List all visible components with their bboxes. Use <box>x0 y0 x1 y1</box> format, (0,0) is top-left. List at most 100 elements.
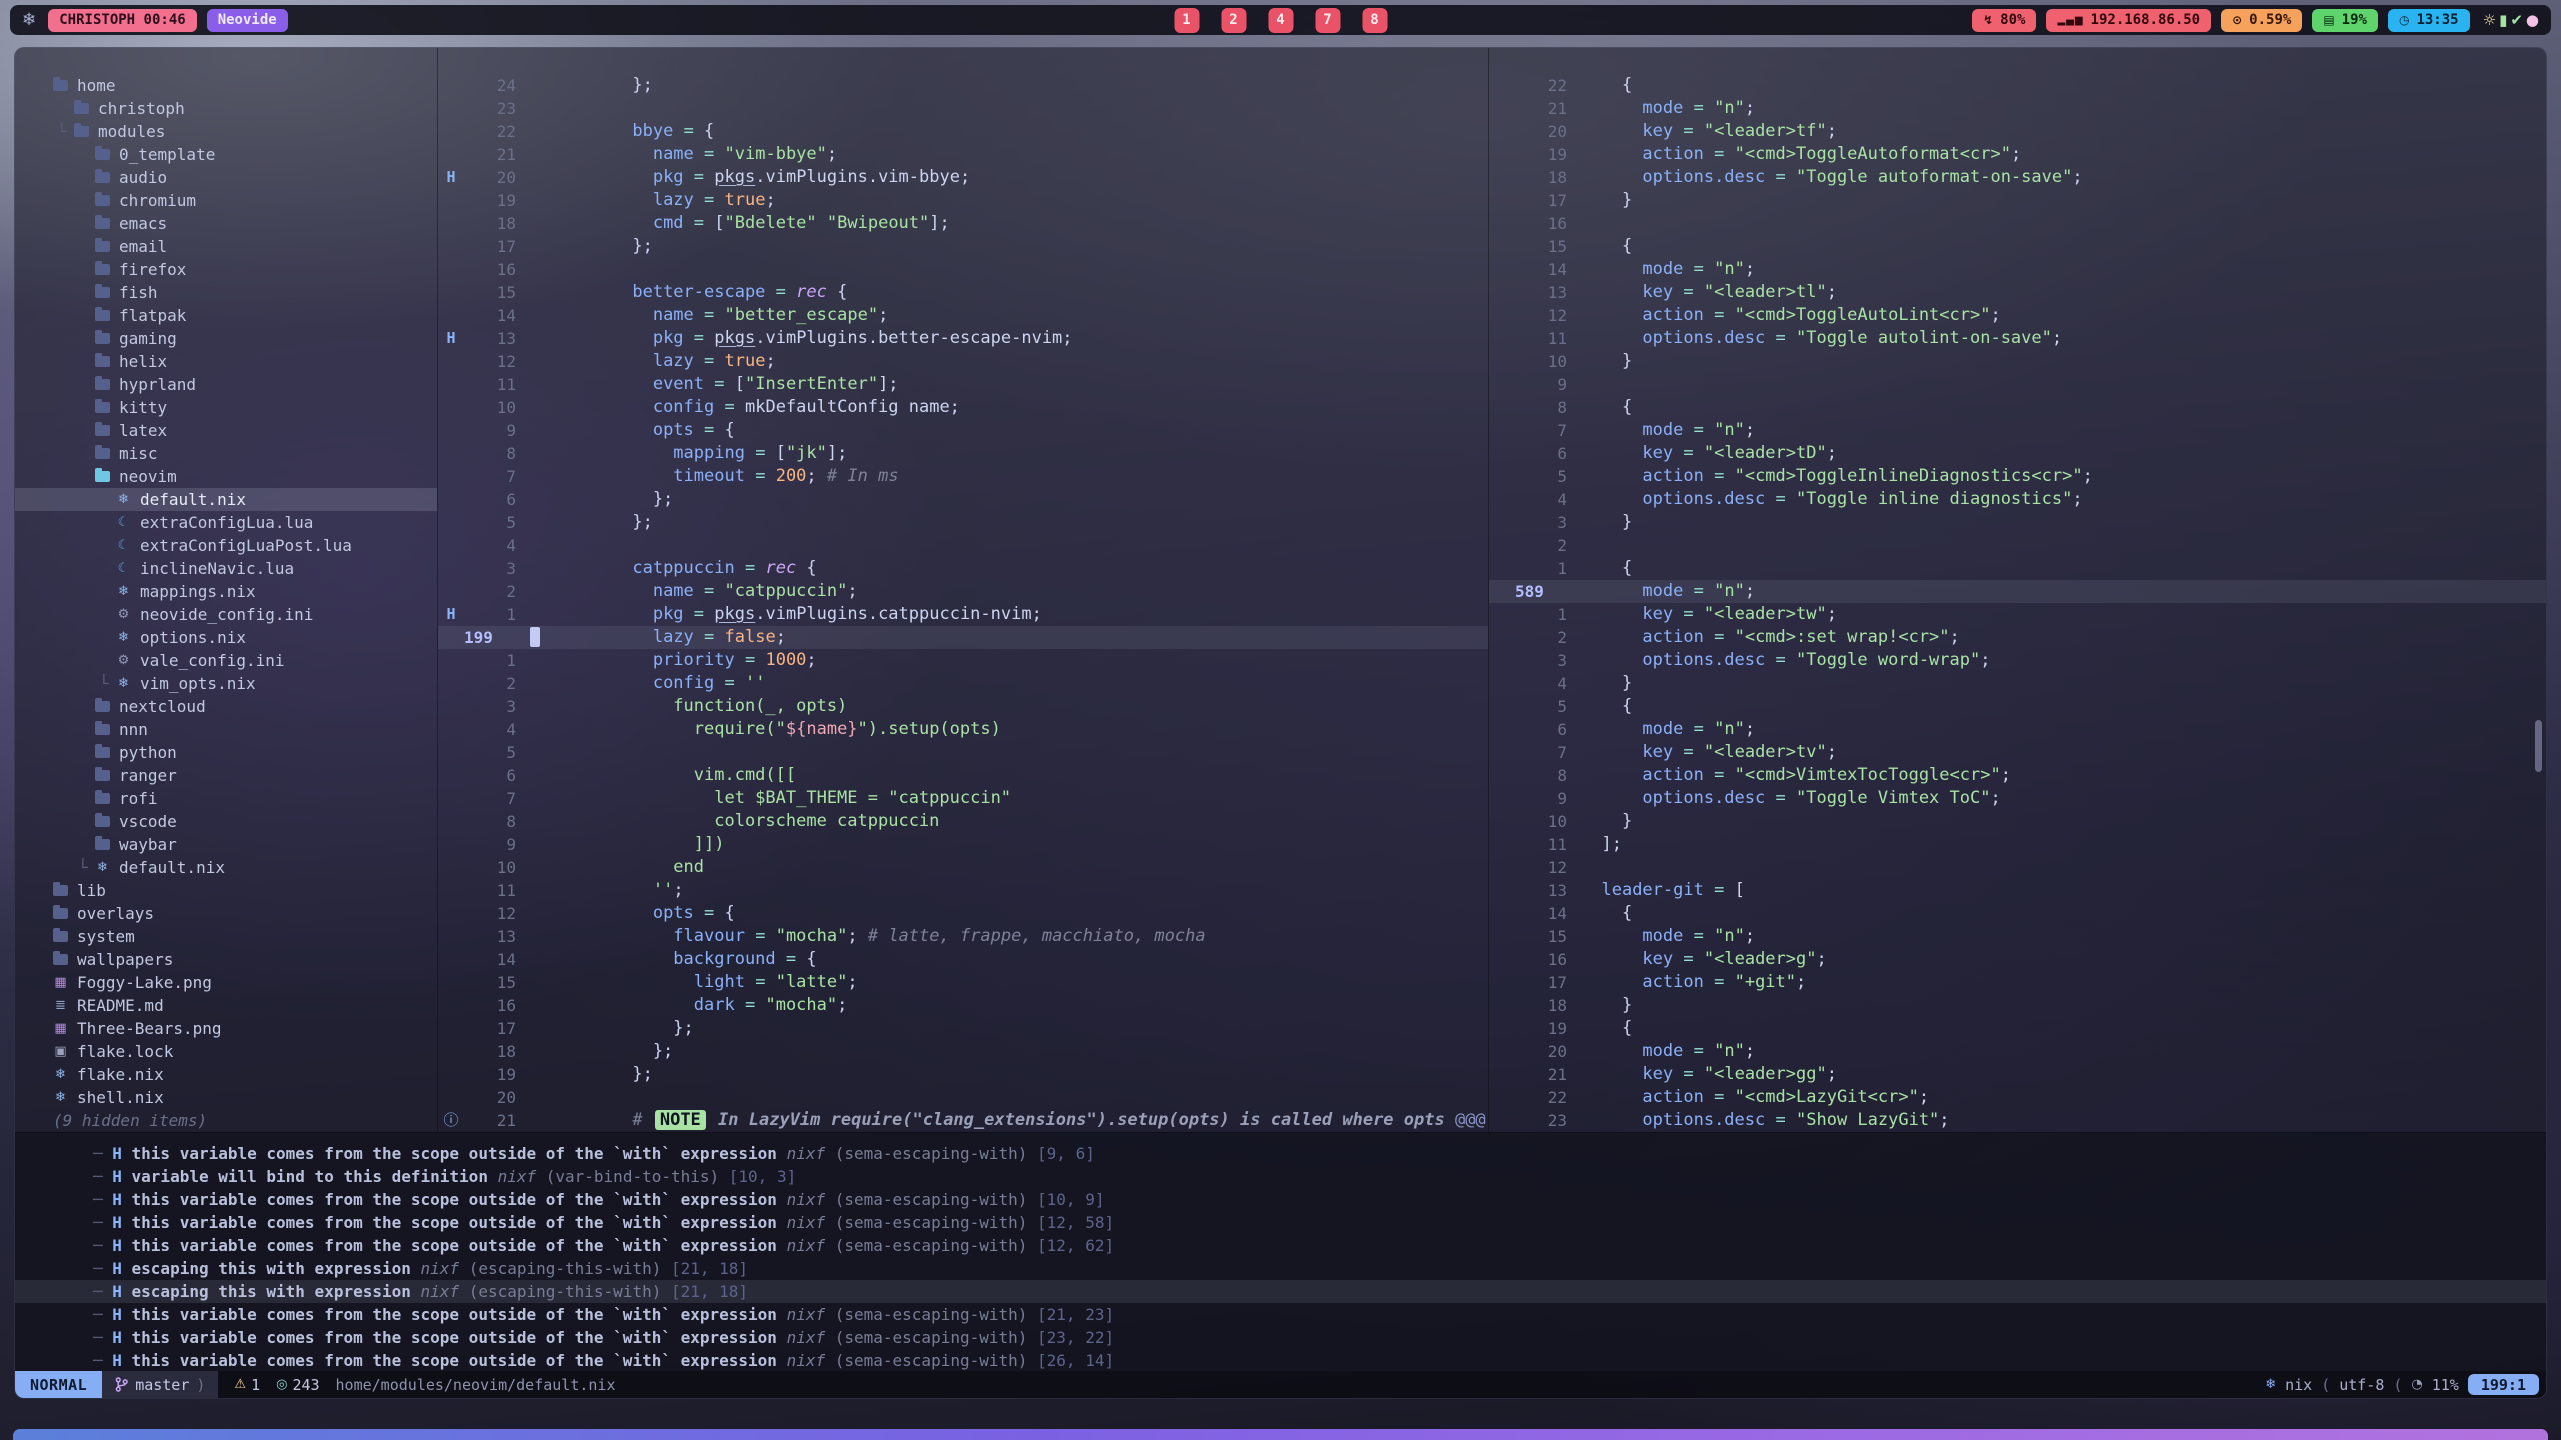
tree-item-default-nix[interactable]: ❄default.nix <box>15 488 437 511</box>
code-line[interactable]: 14 mode = "n"; <box>1489 258 2546 281</box>
tree-item-fish[interactable]: fish <box>15 281 437 304</box>
diagnostic-item[interactable]: ─ H variable will bind to this definitio… <box>15 1165 2546 1188</box>
code-line[interactable]: 3 catppuccin = rec { <box>438 557 1488 580</box>
workspace-button-2[interactable]: 2 <box>1221 8 1246 33</box>
code-line[interactable]: 4 require("${name}").setup(opts) <box>438 718 1488 741</box>
code-line[interactable]: 10 end <box>438 856 1488 879</box>
tree-item-flake-nix[interactable]: ❄flake.nix <box>15 1063 437 1086</box>
code-line[interactable]: 6 mode = "n"; <box>1489 718 2546 741</box>
diagnostic-item[interactable]: ─ H this variable comes from the scope o… <box>15 1188 2546 1211</box>
code-line[interactable]: 21 mode = "n"; <box>1489 97 2546 120</box>
code-line[interactable]: 6 }; <box>438 488 1488 511</box>
diagnostic-item[interactable]: ─ H this variable comes from the scope o… <box>15 1326 2546 1349</box>
tree-item-neovide-config-ini[interactable]: ⚙neovide_config.ini <box>15 603 437 626</box>
code-line[interactable]: 13 leader-git = [ <box>1489 879 2546 902</box>
code-line[interactable]: 23 <box>438 97 1488 120</box>
code-line[interactable]: 10 } <box>1489 810 2546 833</box>
scrollbar-thumb[interactable] <box>2535 720 2542 772</box>
code-line[interactable]: 18 } <box>1489 994 2546 1017</box>
tree-item-nnn[interactable]: nnn <box>15 718 437 741</box>
tree-item-options-nix[interactable]: ❄options.nix <box>15 626 437 649</box>
code-line[interactable]: 2 config = '' <box>438 672 1488 695</box>
code-line[interactable]: 6 key = "<leader>tD"; <box>1489 442 2546 465</box>
tree-item-home[interactable]: home <box>15 74 437 97</box>
code-line[interactable]: 3 options.desc = "Toggle word-wrap"; <box>1489 649 2546 672</box>
code-line[interactable]: 17 }; <box>438 1017 1488 1040</box>
code-line[interactable]: 14 background = { <box>438 948 1488 971</box>
tree-item-chromium[interactable]: chromium <box>15 189 437 212</box>
code-line[interactable]: H1 pkg = pkgs.vimPlugins.catppuccin-nvim… <box>438 603 1488 626</box>
tree-item-modules[interactable]: └modules <box>15 120 437 143</box>
diagnostic-item[interactable]: ─ H this variable comes from the scope o… <box>15 1234 2546 1257</box>
nix-logo-icon[interactable]: ❄ <box>22 10 36 30</box>
tree-item-system[interactable]: system <box>15 925 437 948</box>
code-line[interactable]: 8 { <box>1489 396 2546 419</box>
tree-item-flatpak[interactable]: flatpak <box>15 304 437 327</box>
diagnostic-item[interactable]: ─ H escaping this with expression nixf (… <box>15 1280 2546 1303</box>
code-line[interactable]: 8 colorscheme catppuccin <box>438 810 1488 833</box>
code-line[interactable]: 7 timeout = 200; # In ms <box>438 465 1488 488</box>
code-line[interactable]: 589 mode = "n"; <box>1489 580 2546 603</box>
tree-item-flake-lock[interactable]: ▣flake.lock <box>15 1040 437 1063</box>
editor-pane-default-nix[interactable]: 24 };2322 bbye = {21 name = "vim-bbye"; H… <box>438 48 1488 1132</box>
code-line[interactable]: 7 mode = "n"; <box>1489 419 2546 442</box>
tree-item-shell-nix[interactable]: ❄shell.nix <box>15 1086 437 1109</box>
tree-item-misc[interactable]: misc <box>15 442 437 465</box>
code-line[interactable]: 11 ''; <box>438 879 1488 902</box>
code-line[interactable]: 1 priority = 1000; <box>438 649 1488 672</box>
code-line[interactable]: 24 }; <box>438 74 1488 97</box>
code-line[interactable]: 10 } <box>1489 350 2546 373</box>
tree-item-gaming[interactable]: gaming <box>15 327 437 350</box>
code-line[interactable]: 11 ]; <box>1489 833 2546 856</box>
tree-item-firefox[interactable]: firefox <box>15 258 437 281</box>
code-line[interactable]: 4 } <box>1489 672 2546 695</box>
code-line[interactable]: 9 <box>1489 373 2546 396</box>
code-line[interactable]: H13 pkg = pkgs.vimPlugins.better-escape-… <box>438 327 1488 350</box>
battery-badge[interactable]: ↯80% <box>1972 9 2036 32</box>
code-line[interactable]: 5 }; <box>438 511 1488 534</box>
code-line[interactable]: 15 better-escape = rec { <box>438 281 1488 304</box>
code-line[interactable]: 22 { <box>1489 74 2546 97</box>
code-line[interactable]: 9 ]]) <box>438 833 1488 856</box>
tree-item-0-template[interactable]: 0_template <box>15 143 437 166</box>
tree-item-christoph[interactable]: christoph <box>15 97 437 120</box>
notification-icon[interactable]: ● <box>2526 11 2539 29</box>
code-line[interactable]: 18 options.desc = "Toggle autoformat-on-… <box>1489 166 2546 189</box>
workspace-button-4[interactable]: 4 <box>1268 8 1293 33</box>
code-line[interactable]: 15 mode = "n"; <box>1489 925 2546 948</box>
tree-item-vim-opts-nix[interactable]: └❄vim_opts.nix <box>15 672 437 695</box>
workspace-button-1[interactable]: 1 <box>1174 8 1199 33</box>
tree-item-three-bears-png[interactable]: ▦Three-Bears.png <box>15 1017 437 1040</box>
code-line[interactable]: 4 <box>438 534 1488 557</box>
code-line[interactable]: 16 key = "<leader>g"; <box>1489 948 2546 971</box>
tree-item-extraconfigluapost-lua[interactable]: ☾extraConfigLuaPost.lua <box>15 534 437 557</box>
code-line[interactable]: 21 key = "<leader>gg"; <box>1489 1063 2546 1086</box>
cpu-badge[interactable]: ⊙0.59% <box>2221 9 2302 32</box>
code-line[interactable]: 20 mode = "n"; <box>1489 1040 2546 1063</box>
code-line[interactable]: 11 options.desc = "Toggle autolint-on-sa… <box>1489 327 2546 350</box>
code-line[interactable]: 22 bbye = { <box>438 120 1488 143</box>
code-line[interactable]: 19 { <box>1489 1017 2546 1040</box>
tree-item-emacs[interactable]: emacs <box>15 212 437 235</box>
idle-inhibitor-icon[interactable]: ☼ <box>2483 11 2496 29</box>
code-line[interactable]: ⓘ21 # NOTE In LazyVim require("clang_ext… <box>438 1109 1488 1132</box>
code-line[interactable]: 3 } <box>1489 511 2546 534</box>
network-badge[interactable]: ▂▄▆192.168.86.50 <box>2046 9 2211 32</box>
code-line[interactable]: 21 name = "vim-bbye"; <box>438 143 1488 166</box>
workspace-button-7[interactable]: 7 <box>1315 8 1340 33</box>
tree-item--9-hidden-items-[interactable]: (9 hidden items) <box>15 1109 437 1132</box>
diagnostic-item[interactable]: ─ H this variable comes from the scope o… <box>15 1211 2546 1234</box>
tree-item-inclinenavic-lua[interactable]: ☾inclineNavic.lua <box>15 557 437 580</box>
tree-item-default-nix[interactable]: └❄default.nix <box>15 856 437 879</box>
code-line[interactable]: 1 { <box>1489 557 2546 580</box>
code-line[interactable]: 14 { <box>1489 902 2546 925</box>
code-line[interactable]: 5 action = "<cmd>ToggleInlineDiagnostics… <box>1489 465 2546 488</box>
tree-item-hyprland[interactable]: hyprland <box>15 373 437 396</box>
tree-item-nextcloud[interactable]: nextcloud <box>15 695 437 718</box>
tree-item-lib[interactable]: lib <box>15 879 437 902</box>
code-line[interactable]: 7 let $BAT_THEME = "catppuccin" <box>438 787 1488 810</box>
code-line[interactable]: 17 action = "+git"; <box>1489 971 2546 994</box>
code-line[interactable]: 18 cmd = ["Bdelete" "Bwipeout"]; <box>438 212 1488 235</box>
diagnostic-item[interactable]: ─ H this variable comes from the scope o… <box>15 1303 2546 1326</box>
code-line[interactable]: 19 lazy = true; <box>438 189 1488 212</box>
